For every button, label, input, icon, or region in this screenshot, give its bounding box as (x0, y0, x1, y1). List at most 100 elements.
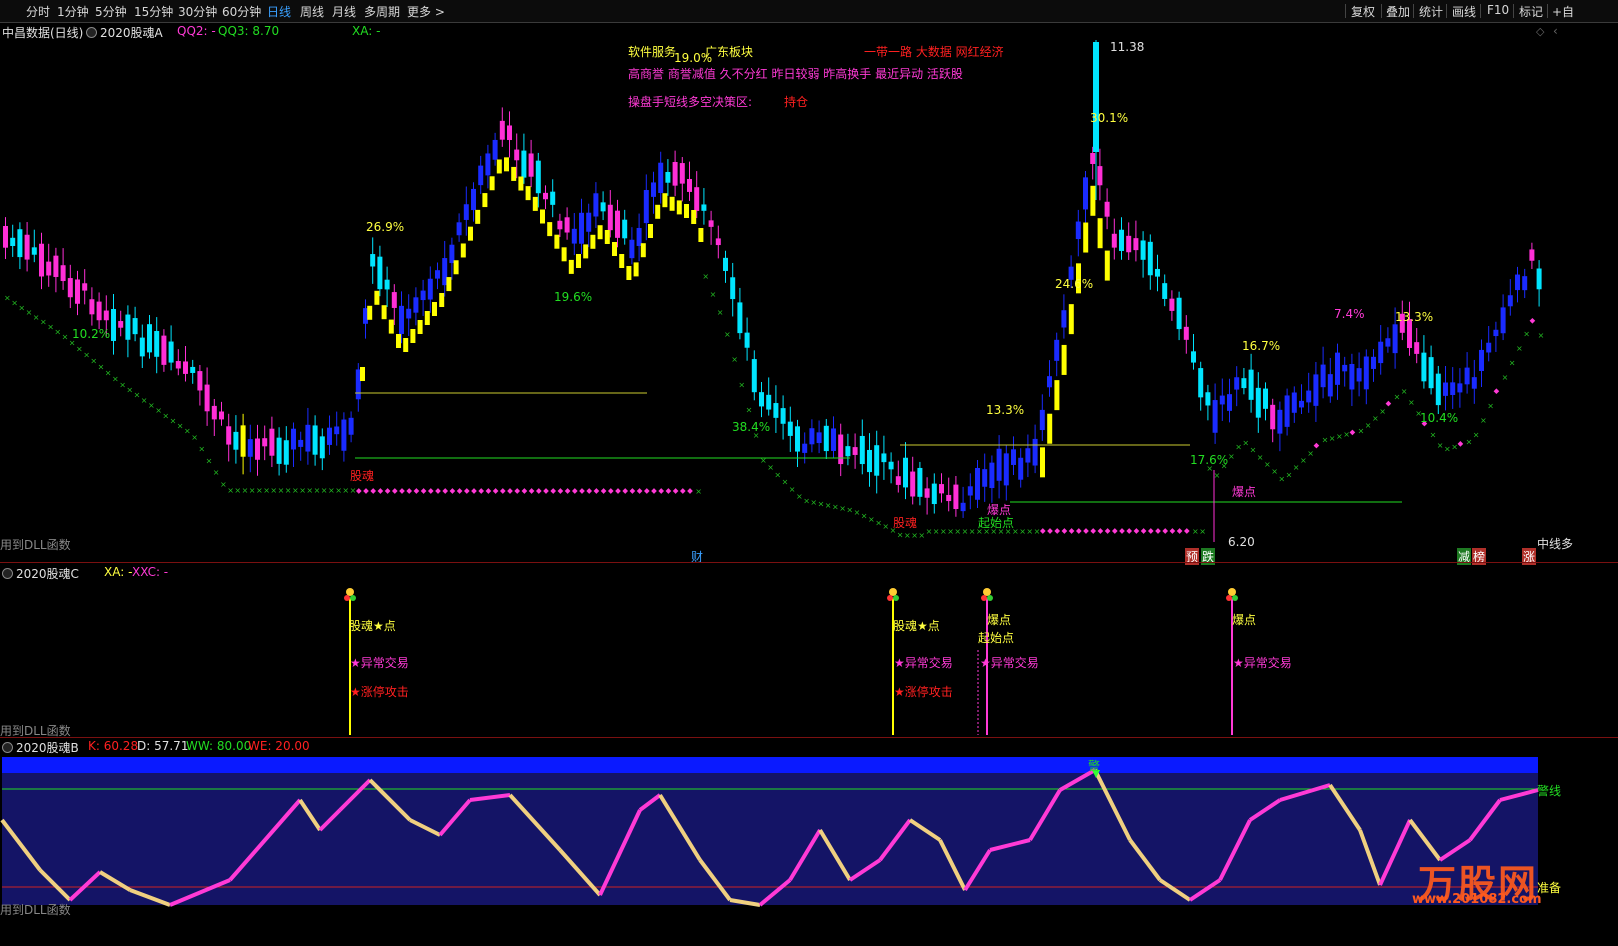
candle-body (694, 187, 700, 211)
support-bar (633, 262, 639, 277)
candle-body (852, 447, 858, 455)
x-marker: × (62, 332, 69, 341)
x-marker: × (1300, 456, 1307, 465)
candle-body (514, 149, 520, 161)
candle-body (492, 139, 498, 160)
diamond-marker (1054, 528, 1061, 534)
candle-body (24, 234, 30, 260)
candle-body (276, 437, 282, 464)
candle-body (946, 494, 952, 502)
support-bar (619, 254, 625, 268)
candle-body (31, 247, 37, 255)
d-value: D: 57.71 (137, 739, 189, 753)
candle-body (125, 314, 131, 340)
x-marker: × (33, 313, 40, 322)
x-marker: × (1192, 527, 1199, 536)
x-marker: × (875, 519, 882, 528)
support-bar (388, 319, 394, 334)
candle-body (1479, 349, 1484, 371)
x-marker: × (314, 486, 321, 495)
candle-body (1047, 376, 1052, 388)
signal-ball (893, 595, 899, 601)
diamond-marker (528, 488, 535, 494)
candle-body (996, 448, 1002, 481)
candle-body (291, 428, 296, 450)
candle-body (737, 302, 743, 334)
support-bar (583, 244, 589, 259)
diamond-marker (586, 488, 593, 494)
candle-body (327, 427, 332, 445)
support-bar (1068, 304, 1074, 335)
diamond-marker (449, 488, 456, 494)
x-marker: × (270, 486, 277, 495)
pct-label: 13.3% (1395, 310, 1434, 324)
x-marker: × (177, 422, 184, 431)
candle-body (953, 484, 959, 510)
candle-body (1313, 374, 1319, 406)
support-bar (424, 311, 430, 325)
x-marker: × (18, 303, 25, 312)
diamond-marker (384, 488, 391, 494)
diamond-marker (672, 488, 679, 494)
candle-body (3, 225, 8, 248)
indicator-c-selector[interactable]: 2020股魂C (2, 565, 79, 582)
diamond-marker (651, 488, 657, 494)
baodian-mark: 爆点 (1232, 485, 1257, 499)
x-marker: × (1228, 452, 1235, 461)
candle-body (1198, 368, 1204, 398)
candle-body (1435, 373, 1441, 406)
candle-body (211, 405, 217, 420)
x-marker: × (342, 486, 349, 495)
candle-body (1097, 166, 1103, 186)
candle-body (1342, 364, 1348, 372)
support-bar (518, 176, 524, 191)
candle-body (183, 361, 188, 374)
candle-body (593, 193, 599, 217)
candle-body (759, 392, 764, 407)
x-marker: × (299, 486, 306, 495)
x-marker: × (1271, 467, 1278, 476)
x-marker: × (4, 294, 11, 303)
diamond-marker (1162, 528, 1169, 534)
pct-label: 19.0% (674, 51, 713, 65)
candle-body (823, 425, 829, 452)
signal-abnormal-trade: ★异常交易 (1233, 656, 1292, 670)
support-bar (468, 226, 473, 241)
x-marker: × (1509, 358, 1516, 367)
x-marker: × (933, 527, 940, 536)
x-marker: × (1430, 430, 1437, 439)
candle-body (1493, 329, 1499, 337)
x-marker: × (40, 318, 47, 327)
support-bar (676, 200, 682, 215)
x-marker: × (969, 527, 976, 536)
diamond-marker (1183, 528, 1190, 534)
support-bar (568, 259, 574, 274)
candle-body (1126, 235, 1132, 253)
support-bar (360, 367, 365, 381)
pct-label: 13.3% (986, 403, 1025, 417)
candle-body (305, 424, 311, 452)
support-bar (532, 196, 538, 211)
indicator-b-selector[interactable]: 2020股魂B (2, 739, 79, 756)
candle-body (1363, 356, 1369, 390)
candle-body (46, 261, 52, 276)
candle-body (1147, 241, 1153, 276)
signal-abnormal-trade: ★异常交易 (980, 656, 1039, 670)
x-marker: × (832, 502, 839, 511)
x-marker: × (1322, 436, 1329, 445)
candle-body (1327, 374, 1333, 397)
candle-body (960, 502, 966, 512)
support-bar (576, 254, 581, 268)
diamond-marker (535, 488, 542, 494)
diamond-marker (622, 488, 629, 494)
diamond-marker (391, 488, 398, 494)
x-marker: × (90, 356, 97, 365)
candle-body (1263, 388, 1268, 409)
x-marker: × (105, 368, 112, 377)
diamond-marker (1155, 528, 1161, 534)
support-bar (1090, 185, 1096, 216)
candle-body (60, 265, 66, 282)
candle-body (564, 217, 570, 233)
candle-body (478, 165, 484, 186)
candle-body (111, 309, 116, 341)
